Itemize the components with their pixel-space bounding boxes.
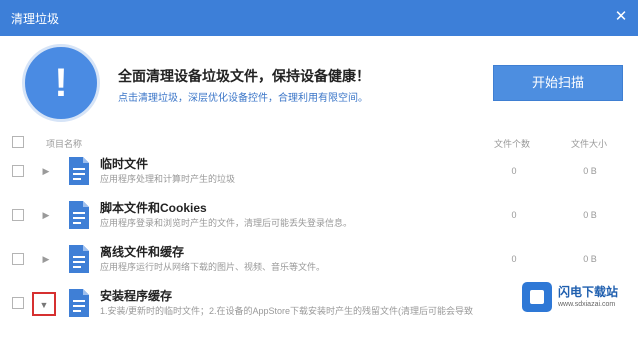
start-scan-button[interactable]: 开始扫描 (493, 65, 623, 101)
header-name: 项目名称 (46, 139, 83, 149)
header-count: 文件个数 (494, 139, 531, 149)
watermark: 闪电下载站 www.sdxiazai.com (520, 280, 632, 316)
item-title: 临时文件 (100, 157, 149, 171)
item-file-size: 0 B (583, 210, 597, 220)
item-title: 脚本文件和Cookies (100, 201, 207, 215)
caret-right-icon[interactable]: ▶ (38, 163, 54, 179)
table-header: 项目名称 文件个数 文件大小 (0, 132, 638, 152)
alert-icon: ! (22, 44, 100, 122)
title-bar: 清理垃圾 ✕ (0, 0, 638, 36)
row-checkbox[interactable] (12, 297, 24, 309)
watermark-url: www.sdxiazai.com (558, 301, 616, 308)
watermark-name: 闪电下载站 (558, 285, 619, 299)
item-file-count: 0 (511, 166, 517, 176)
item-description: 应用程序运行时从网络下载的图片、视频、音乐等文件。 (100, 262, 326, 272)
exclamation-icon: ! (54, 61, 68, 105)
item-file-size: 0 B (583, 254, 597, 264)
item-description: 应用程序登录和浏览时产生的文件，清理后可能丢失登录信息。 (100, 218, 353, 228)
banner-subline: 点击清理垃圾，深层优化设备控件，合理利用有限空间。 (118, 93, 368, 104)
item-description: 应用程序处理和计算时产生的垃圾 (100, 174, 236, 184)
list-item-temp-files[interactable]: ▶ 临时文件 应用程序处理和计算时产生的垃圾 0 0 B (0, 150, 638, 194)
row-checkbox[interactable] (12, 165, 24, 177)
list-item-scripts-cookies[interactable]: ▶ 脚本文件和Cookies 应用程序登录和浏览时产生的文件，清理后可能丢失登录… (0, 194, 638, 238)
row-checkbox[interactable] (12, 209, 24, 221)
item-file-size: 0 B (583, 166, 597, 176)
banner-headline: 全面清理设备垃圾文件，保持设备健康！ (118, 68, 370, 84)
row-checkbox[interactable] (12, 253, 24, 265)
caret-right-icon[interactable]: ▶ (38, 251, 54, 267)
caret-down-icon[interactable]: ▼ (32, 292, 56, 316)
list-item-offline-cache[interactable]: ▶ 离线文件和缓存 应用程序运行时从网络下载的图片、视频、音乐等文件。 0 0 … (0, 238, 638, 282)
document-icon (69, 201, 89, 229)
document-icon (69, 157, 89, 185)
item-file-count: 0 (511, 210, 517, 220)
item-title: 离线文件和缓存 (100, 245, 185, 259)
close-icon[interactable]: ✕ (610, 6, 632, 28)
window-title: 清理垃圾 (11, 12, 60, 26)
select-all-checkbox[interactable] (12, 136, 24, 148)
document-icon (69, 245, 89, 273)
caret-right-icon[interactable]: ▶ (38, 207, 54, 223)
item-file-count: 0 (511, 254, 517, 264)
item-title: 安装程序缓存 (100, 289, 173, 303)
site-logo-icon (522, 282, 552, 312)
header-size: 文件大小 (571, 139, 608, 149)
item-description: 1.安装/更新时的临时文件；2.在设备的AppStore下载安装时产生的残留文件… (100, 306, 474, 316)
document-icon (69, 289, 89, 317)
